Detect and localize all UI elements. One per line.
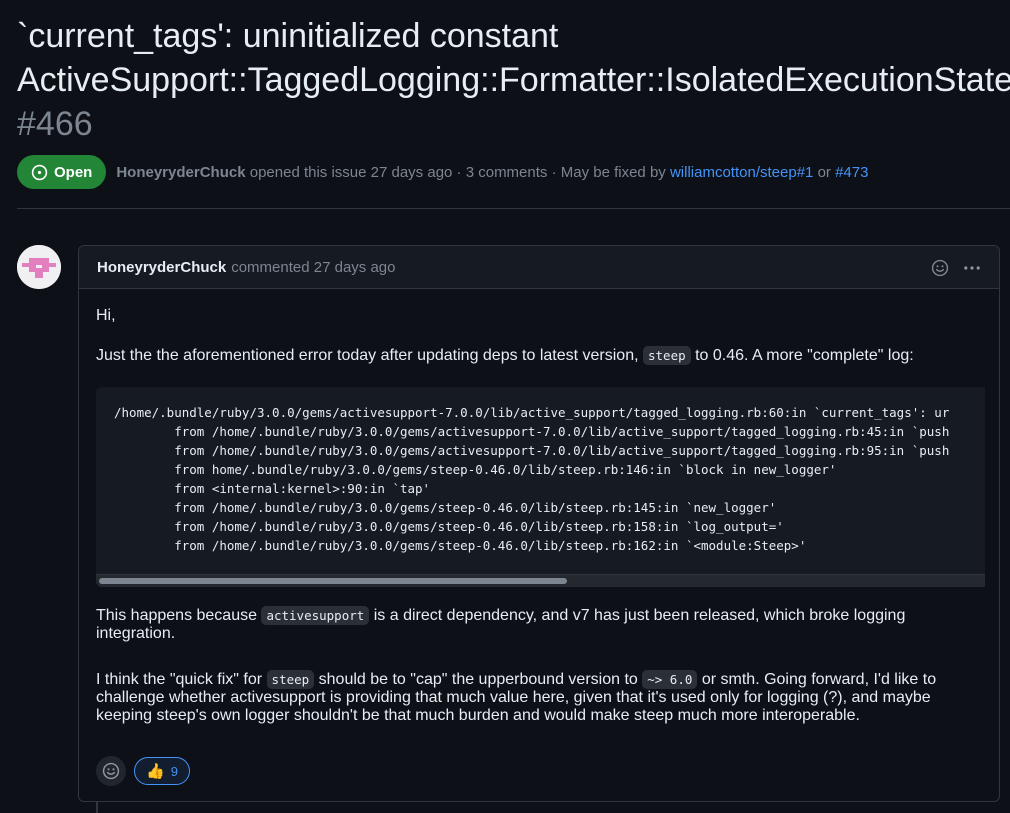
issue-meta: Open HoneyryderChuck opened this issue 2… — [17, 155, 868, 189]
header-divider — [17, 208, 1010, 209]
p3-text-a: I think the "quick fix" for — [96, 671, 263, 688]
inline-code-version: ~> 6.0 — [642, 670, 698, 689]
p1-text-before: Just the the aforementioned error today … — [96, 347, 639, 364]
issue-title-line2: ActiveSupport::TaggedLogging::Formatter:… — [17, 61, 1010, 99]
comment-timestamp[interactable]: commented 27 days ago — [231, 259, 395, 276]
inline-code-steep-2: steep — [266, 670, 315, 689]
comment-paragraph-1: Just the the aforementioned error today … — [96, 346, 976, 365]
opened-text: opened this issue 27 days ago · 3 commen… — [249, 163, 666, 181]
code-block: /home/.bundle/ruby/3.0.0/gems/activesupp… — [96, 387, 985, 587]
log-line: from <internal:kernel>:90:in `tap' — [174, 481, 431, 496]
issue-author-link[interactable]: HoneyryderChuck — [116, 164, 245, 181]
p2-text-before: This happens because — [96, 607, 257, 624]
state-badge: Open — [17, 155, 107, 189]
comment-header-actions — [931, 246, 981, 289]
log-line: from /home/.bundle/ruby/3.0.0/gems/steep… — [174, 519, 784, 534]
fix-or: or — [817, 163, 831, 181]
kebab-menu-icon[interactable] — [963, 259, 981, 277]
log-line: from /home/.bundle/ruby/3.0.0/gems/activ… — [174, 443, 950, 458]
comment-box: HoneyryderChuck commented 27 days ago Hi… — [78, 245, 1000, 802]
issue-title: `current_tags': uninitialized constant A… — [17, 14, 1010, 146]
log-line: from /home/.bundle/ruby/3.0.0/gems/steep… — [174, 500, 777, 515]
fix-link-2[interactable]: #473 — [835, 164, 868, 181]
comment-paragraph-2: This happens because activesupport is a … — [96, 606, 926, 643]
log-line: /home/.bundle/ruby/3.0.0/gems/activesupp… — [114, 405, 950, 420]
add-reaction-icon — [102, 762, 120, 780]
log-line: from home/.bundle/ruby/3.0.0/gems/steep-… — [174, 462, 837, 477]
issue-open-icon — [31, 164, 48, 180]
scrollbar-thumb[interactable] — [99, 578, 567, 584]
thumbs-up-reaction-button[interactable]: 👍 9 — [134, 757, 190, 785]
log-line: from /home/.bundle/ruby/3.0.0/gems/activ… — [174, 424, 950, 439]
issue-title-line1: `current_tags': uninitialized constant — [17, 17, 559, 55]
smiley-icon[interactable] — [931, 259, 949, 277]
p3-text-b: should be to "cap" the upperbound versio… — [318, 671, 638, 688]
thumbs-up-icon: 👍 — [146, 763, 165, 780]
comment-greeting: Hi, — [96, 307, 116, 324]
log-line: from /home/.bundle/ruby/3.0.0/gems/steep… — [114, 538, 807, 553]
horizontal-scrollbar[interactable] — [96, 574, 985, 587]
comment-paragraph-3: I think the "quick fix" for steep should… — [96, 670, 971, 725]
p1-text-after: to 0.46. A more "complete" log: — [695, 347, 914, 364]
timeline-line — [96, 802, 98, 813]
inline-code-steep: steep — [643, 346, 691, 365]
comment-header: HoneyryderChuck commented 27 days ago — [79, 246, 999, 289]
log-text: /home/.bundle/ruby/3.0.0/gems/activesupp… — [96, 387, 985, 555]
issue-number: #466 — [17, 105, 93, 143]
comment-author-link[interactable]: HoneyryderChuck — [97, 259, 226, 276]
add-reaction-button[interactable] — [96, 756, 126, 786]
inline-code-activesupport: activesupport — [261, 606, 370, 625]
fix-link-1[interactable]: williamcotton/steep#1 — [670, 164, 813, 181]
avatar[interactable] — [17, 245, 61, 289]
reactions-bar: 👍 9 — [96, 756, 190, 786]
issue-meta-text: HoneyryderChuck opened this issue 27 day… — [116, 164, 868, 181]
state-label: Open — [54, 163, 93, 181]
reaction-count: 9 — [170, 763, 178, 779]
